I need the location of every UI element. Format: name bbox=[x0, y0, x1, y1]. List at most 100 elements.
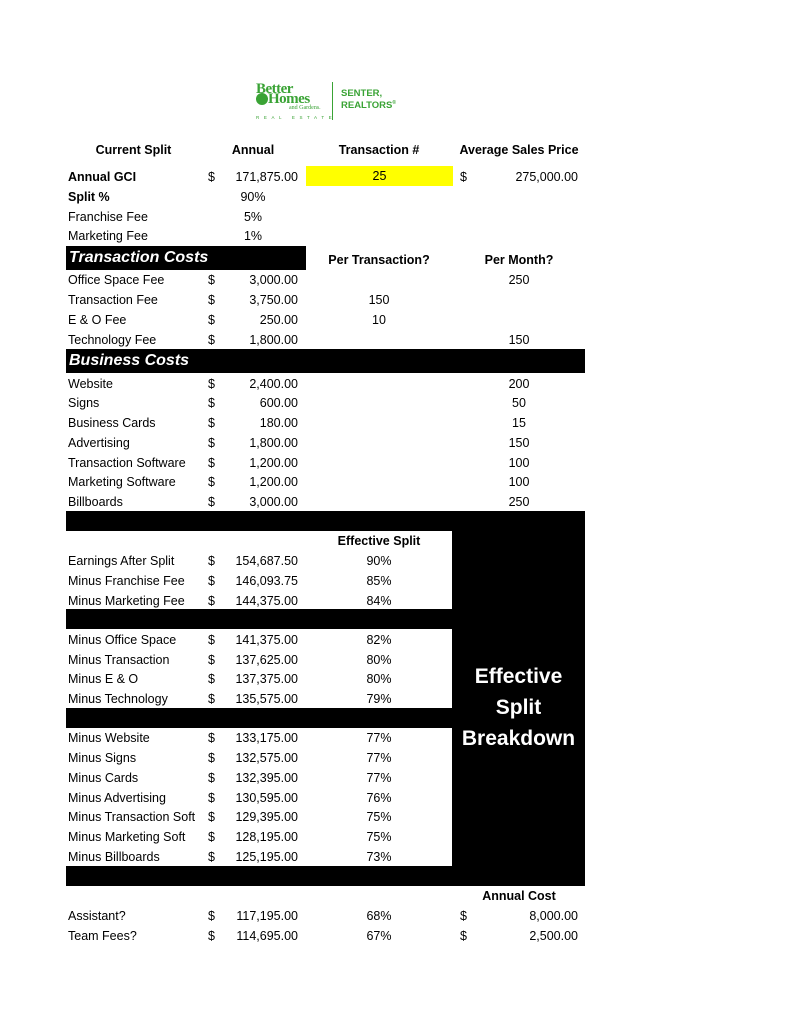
row-annual[interactable]: 1,200.00 bbox=[220, 475, 298, 489]
extra-annual-cost[interactable]: 2,500.00 bbox=[480, 929, 578, 943]
logo-real-estate: REAL ESTATE bbox=[256, 115, 337, 120]
row-currency: $ bbox=[208, 495, 215, 509]
row-currency: $ bbox=[208, 416, 215, 430]
business-costs-title: Business Costs bbox=[69, 352, 190, 369]
registered-mark: ® bbox=[392, 100, 397, 106]
breakdown-currency: $ bbox=[208, 791, 215, 805]
breakdown-label: Minus Franchise Fee bbox=[68, 574, 185, 588]
side-label-effective: Effective bbox=[474, 665, 563, 688]
breakdown-percent: 75% bbox=[366, 810, 392, 824]
row-label: E & O Fee bbox=[68, 313, 127, 327]
row-annual[interactable]: 3,750.00 bbox=[220, 293, 298, 307]
row-label: Advertising bbox=[68, 436, 130, 450]
side-label-breakdown: Breakdown bbox=[461, 727, 576, 750]
breakdown-amount: 128,195.00 bbox=[235, 830, 298, 844]
split-percent-label: Split % bbox=[68, 190, 110, 204]
breakdown-amount: 125,195.00 bbox=[235, 850, 298, 864]
effective-split-header: Effective Split bbox=[337, 534, 421, 548]
breakdown-percent: 73% bbox=[366, 850, 392, 864]
extra-annual-cost[interactable]: 8,000.00 bbox=[480, 909, 578, 923]
per-month-header: Per Month? bbox=[484, 253, 554, 267]
franchise-fee-value[interactable]: 5% bbox=[205, 210, 301, 224]
header-average-sales-price: Average Sales Price bbox=[459, 143, 579, 157]
breakdown-amount: 137,375.00 bbox=[235, 672, 298, 686]
breakdown-currency: $ bbox=[208, 554, 215, 568]
breakdown-amount: 133,175.00 bbox=[235, 731, 298, 745]
row-per-month[interactable]: 150 bbox=[455, 333, 583, 347]
logo-divider bbox=[332, 82, 333, 120]
marketing-fee-value[interactable]: 1% bbox=[205, 229, 301, 243]
avg-price-currency: $ bbox=[460, 170, 467, 184]
breakdown-percent: 79% bbox=[366, 692, 392, 706]
breakdown-label: Minus Cards bbox=[68, 771, 139, 785]
row-per-month[interactable]: 15 bbox=[455, 416, 583, 430]
breakdown-percent: 90% bbox=[366, 554, 392, 568]
row-annual[interactable]: 1,200.00 bbox=[220, 456, 298, 470]
breakdown-percent: 77% bbox=[366, 731, 392, 745]
breakdown-percent: 80% bbox=[366, 672, 392, 686]
extra-percent: 67% bbox=[366, 929, 392, 943]
logo-partner-line2: REALTORS® bbox=[341, 100, 396, 111]
row-per-transaction[interactable]: 10 bbox=[305, 313, 453, 327]
row-currency: $ bbox=[208, 313, 215, 327]
row-label: Billboards bbox=[68, 495, 123, 509]
breakdown-amount: 130,595.00 bbox=[235, 791, 298, 805]
avg-price-value[interactable]: 275,000.00 bbox=[480, 170, 578, 184]
row-per-month[interactable]: 250 bbox=[455, 273, 583, 287]
row-annual[interactable]: 3,000.00 bbox=[220, 495, 298, 509]
row-annual[interactable]: 1,800.00 bbox=[220, 436, 298, 450]
breakdown-percent: 82% bbox=[366, 633, 392, 647]
logo-partner-line1: SENTER, bbox=[341, 88, 383, 99]
breakdown-currency: $ bbox=[208, 633, 215, 647]
row-annual[interactable]: 3,000.00 bbox=[220, 273, 298, 287]
row-per-month[interactable]: 250 bbox=[455, 495, 583, 509]
extra-label: Assistant? bbox=[68, 909, 126, 923]
breakdown-currency: $ bbox=[208, 830, 215, 844]
breakdown-label: Minus Technology bbox=[68, 692, 168, 706]
row-per-transaction[interactable]: 150 bbox=[305, 293, 453, 307]
row-per-month[interactable]: 50 bbox=[455, 396, 583, 410]
breakdown-label: Minus Office Space bbox=[68, 633, 177, 647]
row-per-month[interactable]: 150 bbox=[455, 436, 583, 450]
breakdown-amount: 132,575.00 bbox=[235, 751, 298, 765]
row-currency: $ bbox=[208, 273, 215, 287]
annual-gci-currency: $ bbox=[208, 170, 215, 184]
row-label: Business Cards bbox=[68, 416, 156, 430]
row-annual[interactable]: 2,400.00 bbox=[220, 377, 298, 391]
extra-label: Team Fees? bbox=[68, 929, 137, 943]
breakdown-label: Minus Transaction Soft bbox=[68, 810, 196, 824]
split-percent-value[interactable]: 90% bbox=[205, 190, 301, 204]
extra-amount: 114,695.00 bbox=[236, 929, 298, 943]
breakdown-percent: 77% bbox=[366, 751, 392, 765]
extra-cost-currency: $ bbox=[460, 929, 467, 943]
row-annual[interactable]: 1,800.00 bbox=[220, 333, 298, 347]
side-label-split: Split bbox=[495, 696, 542, 719]
breakdown-label: Minus Marketing Soft bbox=[68, 830, 186, 844]
extra-amount: 117,195.00 bbox=[236, 909, 298, 923]
breakdown-currency: $ bbox=[208, 771, 215, 785]
row-label: Technology Fee bbox=[68, 333, 157, 347]
breakdown-amount: 141,375.00 bbox=[235, 633, 298, 647]
annual-gci-value[interactable]: 171,875.00 bbox=[220, 170, 298, 184]
breakdown-label: Minus Marketing Fee bbox=[68, 594, 185, 608]
breakdown-amount: 132,395.00 bbox=[235, 771, 298, 785]
row-annual[interactable]: 250.00 bbox=[220, 313, 298, 327]
row-per-month[interactable]: 100 bbox=[455, 456, 583, 470]
row-annual[interactable]: 600.00 bbox=[220, 396, 298, 410]
breakdown-currency: $ bbox=[208, 751, 215, 765]
row-per-month[interactable]: 200 bbox=[455, 377, 583, 391]
transaction-count-input[interactable]: 25 bbox=[306, 166, 453, 186]
row-label: Signs bbox=[68, 396, 100, 410]
breakdown-label: Minus Advertising bbox=[68, 791, 166, 805]
header-current-split: Current Split bbox=[95, 143, 172, 157]
logo-leaf-icon bbox=[256, 93, 268, 105]
annual-cost-header: Annual Cost bbox=[482, 889, 556, 903]
row-per-month[interactable]: 100 bbox=[455, 475, 583, 489]
annual-gci-label: Annual GCI bbox=[68, 170, 137, 184]
breakdown-label: Minus Website bbox=[68, 731, 150, 745]
row-currency: $ bbox=[208, 377, 215, 391]
franchise-fee-label: Franchise Fee bbox=[68, 210, 148, 224]
breakdown-percent: 84% bbox=[366, 594, 392, 608]
extra-currency: $ bbox=[208, 929, 215, 943]
row-annual[interactable]: 180.00 bbox=[220, 416, 298, 430]
